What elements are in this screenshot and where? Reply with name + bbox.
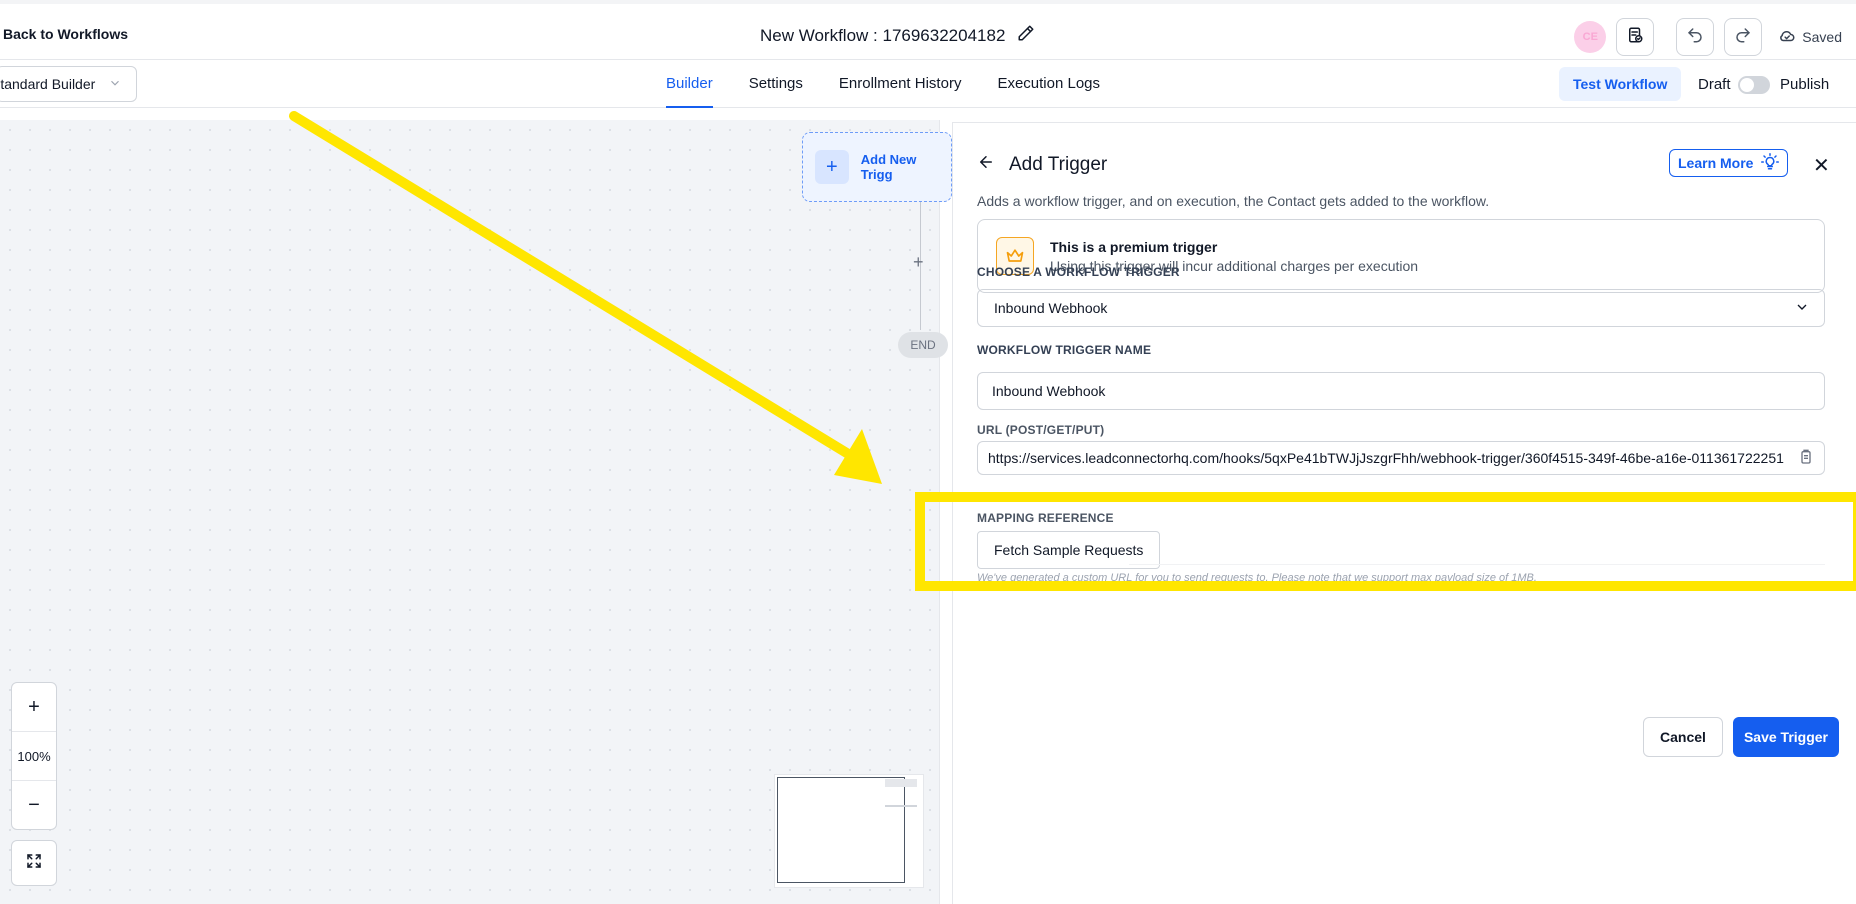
close-panel-button[interactable]: ✕ bbox=[1813, 153, 1830, 178]
header-actions: CE Saved bbox=[1574, 18, 1842, 56]
tab-enrollment-history[interactable]: Enrollment History bbox=[839, 60, 962, 108]
add-trigger-panel: Add Trigger Learn More ✕ Adds a workflow… bbox=[952, 122, 1856, 904]
tab-execution-logs[interactable]: Execution Logs bbox=[997, 60, 1100, 108]
clipboard-check-icon bbox=[1626, 26, 1644, 49]
arrow-left-icon[interactable] bbox=[977, 153, 995, 177]
cloud-check-icon bbox=[1778, 27, 1796, 48]
webhook-url-field[interactable]: https://services.leadconnectorhq.com/hoo… bbox=[977, 441, 1825, 475]
draft-label: Draft bbox=[1698, 76, 1731, 93]
workflow-title-text: New Workflow : 1769632204182 bbox=[760, 25, 1006, 45]
panel-title: Add Trigger bbox=[1009, 154, 1108, 175]
minimap-node bbox=[885, 805, 917, 807]
url-label: URL (POST/GET/PUT) bbox=[977, 423, 1105, 437]
learn-more-button[interactable]: Learn More bbox=[1669, 149, 1789, 177]
builder-type-select[interactable]: Standard Builder bbox=[0, 66, 137, 102]
trigger-type-select[interactable]: Inbound Webhook bbox=[977, 289, 1825, 327]
fit-view-button[interactable] bbox=[11, 840, 57, 886]
end-node: END bbox=[898, 332, 948, 358]
copy-icon[interactable] bbox=[1798, 449, 1814, 468]
saved-label: Saved bbox=[1802, 29, 1842, 45]
workflow-notes-button[interactable] bbox=[1616, 18, 1655, 56]
trigger-name-input[interactable]: Inbound Webhook bbox=[977, 372, 1825, 410]
premium-trigger-notice: This is a premium trigger Using this tri… bbox=[977, 219, 1825, 293]
choose-trigger-label: CHOOSE A WORKFLOW TRIGGER bbox=[977, 265, 1180, 279]
publish-label: Publish bbox=[1780, 76, 1830, 93]
url-hint: We've generated a custom URL for you to … bbox=[977, 572, 1537, 584]
trigger-type-value: Inbound Webhook bbox=[994, 300, 1108, 316]
zoom-controls: + 100% − bbox=[11, 682, 57, 830]
lightbulb-icon bbox=[1761, 152, 1780, 174]
minimap-viewport[interactable] bbox=[777, 777, 905, 883]
workflow-canvas[interactable]: + Add New Trigg + END + 100% − bbox=[0, 120, 952, 904]
user-avatar[interactable]: CE bbox=[1574, 21, 1607, 53]
save-status: Saved bbox=[1778, 27, 1842, 48]
redo-button[interactable] bbox=[1724, 18, 1763, 56]
tab-settings[interactable]: Settings bbox=[749, 60, 803, 108]
chevron-down-icon bbox=[1794, 299, 1810, 318]
save-trigger-button[interactable]: Save Trigger bbox=[1733, 717, 1839, 757]
zoom-level: 100% bbox=[12, 731, 56, 781]
zoom-in-button[interactable]: + bbox=[12, 683, 56, 731]
minimap[interactable] bbox=[774, 774, 924, 888]
publish-toggle[interactable] bbox=[1738, 76, 1770, 94]
plus-icon: + bbox=[815, 150, 849, 184]
add-new-trigger-node[interactable]: + Add New Trigg bbox=[802, 132, 952, 202]
undo-icon bbox=[1686, 26, 1704, 49]
zoom-out-button[interactable]: − bbox=[12, 781, 56, 829]
builder-tabs: Builder Settings Enrollment History Exec… bbox=[666, 60, 1100, 108]
add-step-button[interactable]: + bbox=[913, 253, 924, 271]
learn-more-label: Learn More bbox=[1678, 155, 1754, 171]
test-workflow-button[interactable]: Test Workflow bbox=[1559, 67, 1682, 101]
mapping-reference-label: MAPPING REFERENCE bbox=[977, 511, 1114, 525]
trigger-name-label: WORKFLOW TRIGGER NAME bbox=[977, 343, 1152, 357]
cancel-button[interactable]: Cancel bbox=[1643, 717, 1723, 757]
redo-icon bbox=[1734, 26, 1752, 49]
chevron-down-icon bbox=[108, 76, 122, 93]
top-header: Back to Workflows New Workflow : 1769632… bbox=[0, 0, 1856, 60]
workflow-title: New Workflow : 1769632204182 bbox=[760, 24, 1035, 47]
back-to-workflows-link[interactable]: Back to Workflows bbox=[3, 26, 128, 42]
add-new-trigger-label: Add New Trigg bbox=[860, 152, 917, 182]
fit-view-icon bbox=[25, 852, 43, 875]
builder-subnav: Standard Builder Builder Settings Enroll… bbox=[0, 60, 1856, 108]
panel-header: Add Trigger bbox=[977, 153, 1107, 177]
edit-pencil-icon[interactable] bbox=[1017, 24, 1035, 47]
mapping-divider bbox=[1129, 564, 1825, 565]
panel-description: Adds a workflow trigger, and on executio… bbox=[977, 193, 1490, 209]
builder-type-value: Standard Builder bbox=[0, 76, 96, 92]
undo-button[interactable] bbox=[1676, 18, 1715, 56]
webhook-url-value: https://services.leadconnectorhq.com/hoo… bbox=[988, 450, 1784, 466]
minimap-node bbox=[885, 779, 917, 787]
premium-title: This is a premium trigger bbox=[1050, 238, 1218, 255]
tab-builder[interactable]: Builder bbox=[666, 60, 713, 108]
